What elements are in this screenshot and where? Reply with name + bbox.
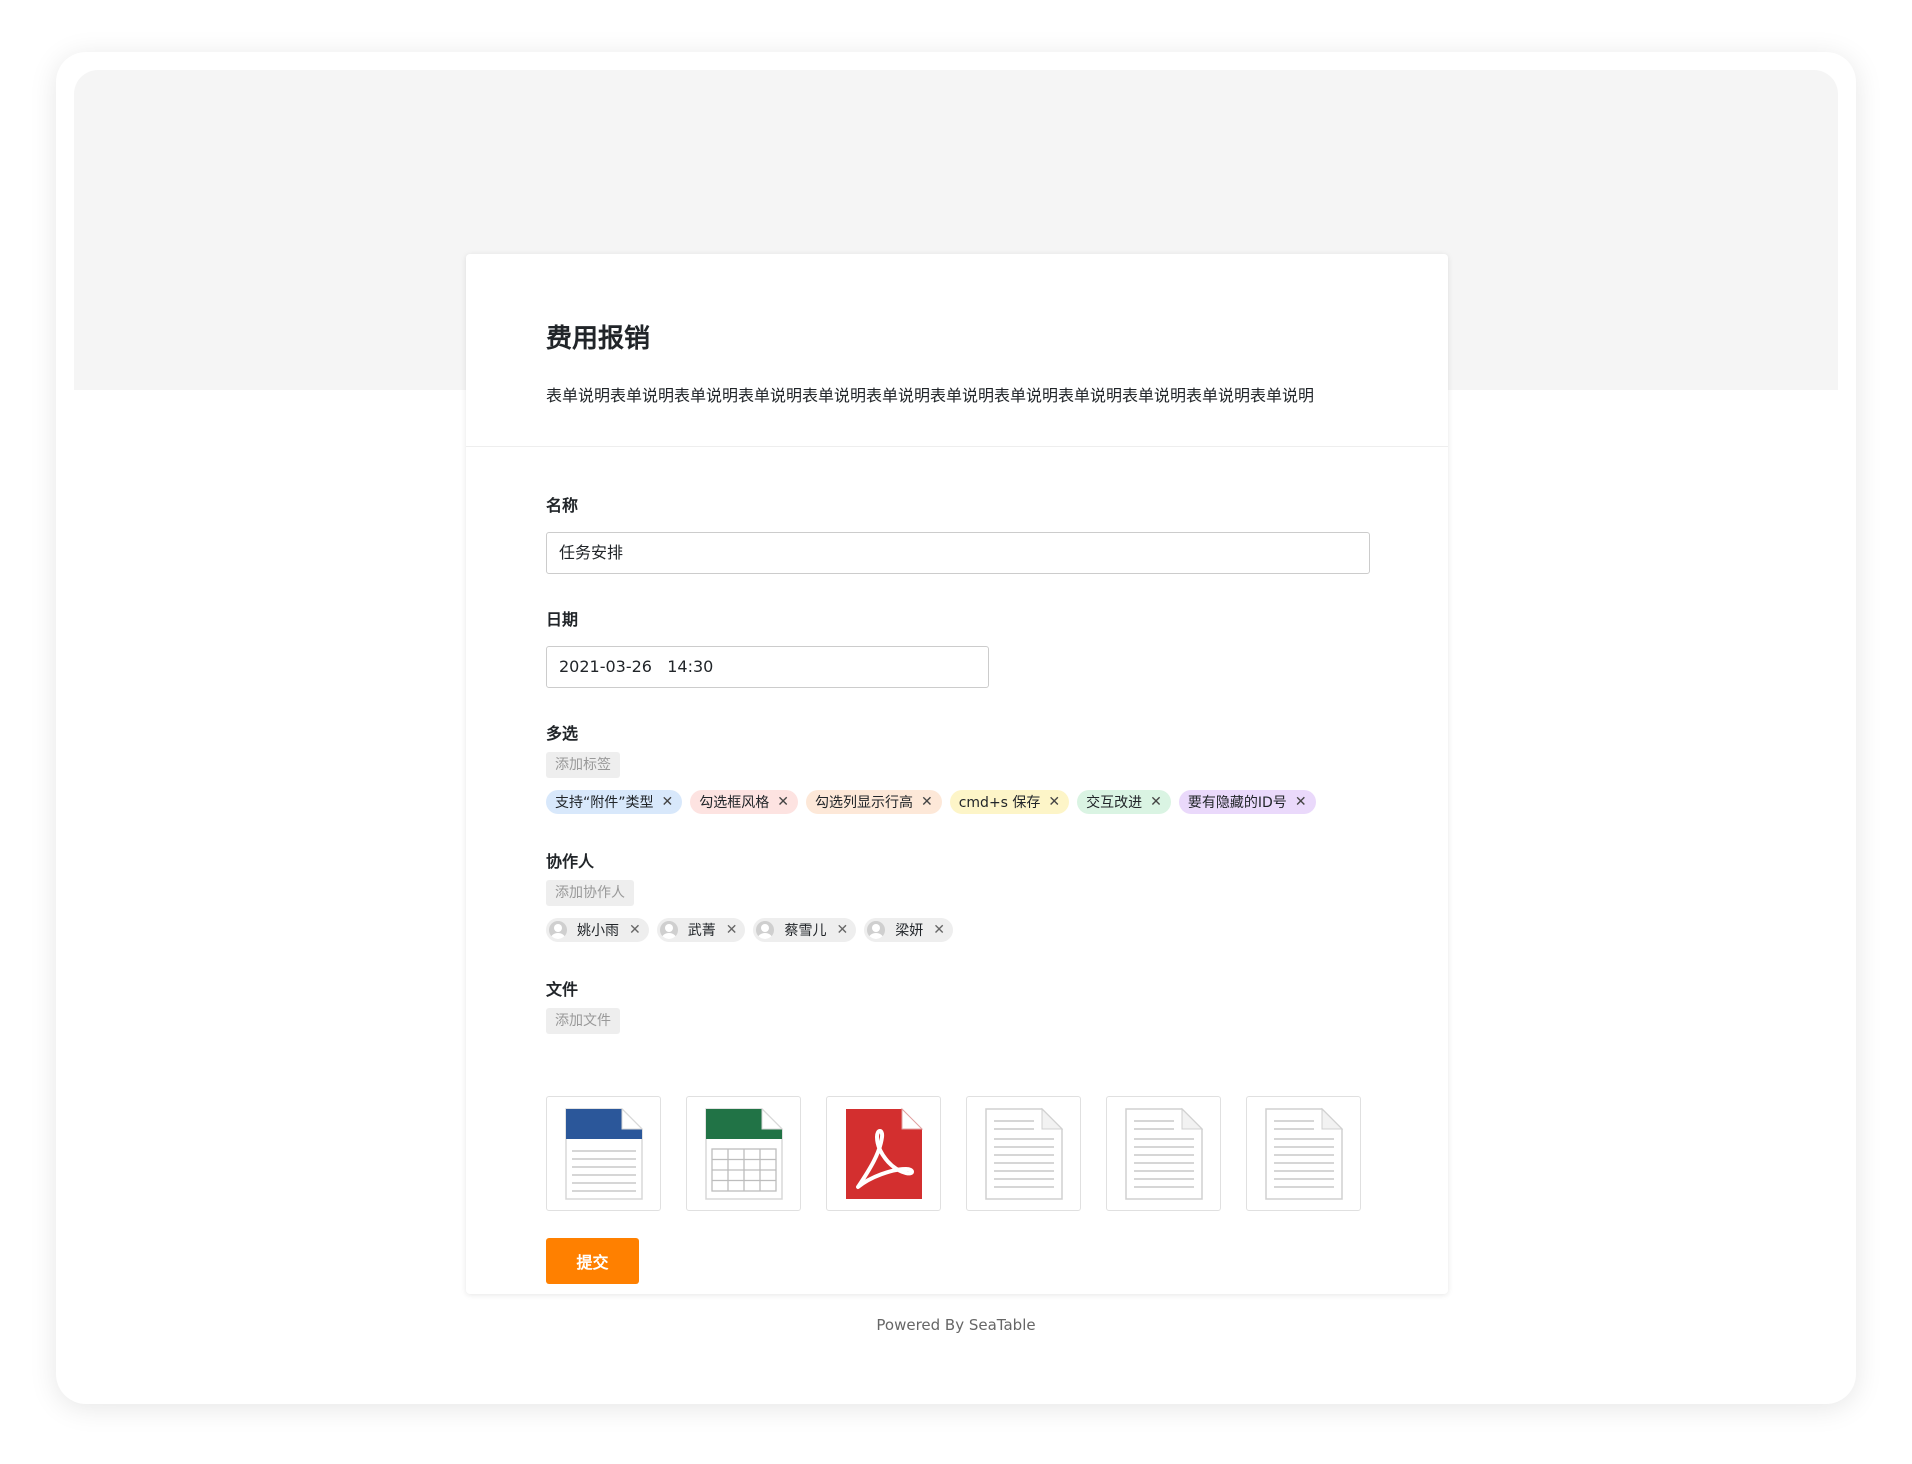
remove-tag-icon[interactable]: ✕ [777, 794, 789, 810]
file-thumbnail[interactable] [1246, 1096, 1361, 1211]
file-thumbnail[interactable] [546, 1096, 661, 1211]
collaborator-chip: 梁妍 ✕ [864, 918, 953, 942]
collaborator-chip: 姚小雨 ✕ [546, 918, 649, 942]
pdf-icon [845, 1107, 923, 1199]
tag-text: 勾选列显示行高 [814, 795, 913, 811]
remove-collaborator-icon[interactable]: ✕ [836, 922, 848, 938]
remove-tag-icon[interactable]: ✕ [1048, 794, 1060, 810]
tag-text: 交互改进 [1086, 795, 1143, 811]
tag-text: 勾选框风格 [699, 795, 770, 811]
form-title: 费用报销 [546, 324, 651, 354]
powered-by-footer: Powered By SeaTable [876, 1316, 1036, 1334]
add-file-button[interactable]: 添加文件 [546, 1008, 620, 1034]
name-label: 名称 [546, 496, 579, 515]
generic-doc-icon [1264, 1107, 1343, 1200]
file-thumbnail[interactable] [966, 1096, 1081, 1211]
collaborator-list: 姚小雨 ✕ 武菁 ✕ 蔡雪儿 ✕ 梁妍 ✕ [546, 918, 953, 942]
file-thumbnail[interactable] [826, 1096, 941, 1211]
remove-tag-icon[interactable]: ✕ [1295, 794, 1307, 810]
collaborator-name: 蔡雪儿 [784, 923, 827, 939]
tag-text: cmd+s 保存 [958, 795, 1041, 811]
file-thumbnail[interactable] [1106, 1096, 1221, 1211]
remove-tag-icon[interactable]: ✕ [1150, 794, 1162, 810]
collaborator-chip: 武菁 ✕ [656, 918, 746, 942]
file-list [546, 1096, 1361, 1211]
collaborator-name: 姚小雨 [577, 923, 619, 939]
tag-item: cmd+s 保存 ✕ [949, 790, 1070, 814]
avatar-icon [867, 921, 886, 939]
collaborators-label: 协作人 [546, 852, 595, 871]
collaborator-name: 梁妍 [895, 923, 924, 939]
avatar-icon [549, 921, 567, 939]
remove-collaborator-icon[interactable]: ✕ [629, 922, 641, 938]
avatar-icon [659, 921, 678, 939]
remove-collaborator-icon[interactable]: ✕ [933, 922, 945, 938]
tag-item: 交互改进 ✕ [1077, 790, 1171, 814]
form-description: 表单说明表单说明表单说明表单说明表单说明表单说明表单说明表单说明表单说明表单说明… [546, 386, 1315, 405]
remove-tag-icon[interactable]: ✕ [662, 794, 674, 810]
tag-item: 支持“附件”类型 ✕ [546, 790, 683, 814]
form-card: 费用报销 表单说明表单说明表单说明表单说明表单说明表单说明表单说明表单说明表单说… [466, 254, 1448, 1294]
collaborator-name: 武菁 [687, 923, 716, 939]
name-input[interactable]: 任务安排 [546, 532, 1370, 574]
word-doc-icon [564, 1107, 643, 1200]
files-label: 文件 [546, 980, 579, 999]
tag-item: 要有隐藏的ID号 ✕ [1178, 790, 1316, 814]
date-input[interactable]: 2021-03-26 14:30 [546, 646, 989, 688]
collaborator-chip: 蔡雪儿 ✕ [753, 918, 857, 942]
app-window: 费用报销 表单说明表单说明表单说明表单说明表单说明表单说明表单说明表单说明表单说… [56, 52, 1856, 1404]
generic-doc-icon [1124, 1107, 1203, 1200]
add-tag-button[interactable]: 添加标签 [546, 752, 620, 778]
tag-item: 勾选框风格 ✕ [690, 790, 798, 814]
submit-button[interactable]: 提交 [546, 1238, 639, 1284]
add-collaborator-button[interactable]: 添加协作人 [546, 880, 634, 906]
tag-text: 要有隐藏的ID号 [1187, 795, 1287, 811]
form-header: 费用报销 表单说明表单说明表单说明表单说明表单说明表单说明表单说明表单说明表单说… [466, 254, 1448, 447]
tag-item: 勾选列显示行高 ✕ [805, 790, 942, 814]
excel-sheet-icon [704, 1107, 783, 1200]
remove-collaborator-icon[interactable]: ✕ [726, 922, 738, 938]
multi-select-label: 多选 [546, 724, 579, 743]
generic-doc-icon [984, 1107, 1063, 1200]
remove-tag-icon[interactable]: ✕ [921, 794, 933, 810]
file-thumbnail[interactable] [686, 1096, 801, 1211]
avatar-icon [756, 921, 775, 939]
tag-text: 支持“附件”类型 [555, 795, 654, 811]
date-label: 日期 [546, 610, 579, 629]
tag-list: 支持“附件”类型 ✕ 勾选框风格 ✕ 勾选列显示行高 ✕ cmd+s 保存 ✕ 交互改进… [546, 790, 1316, 814]
